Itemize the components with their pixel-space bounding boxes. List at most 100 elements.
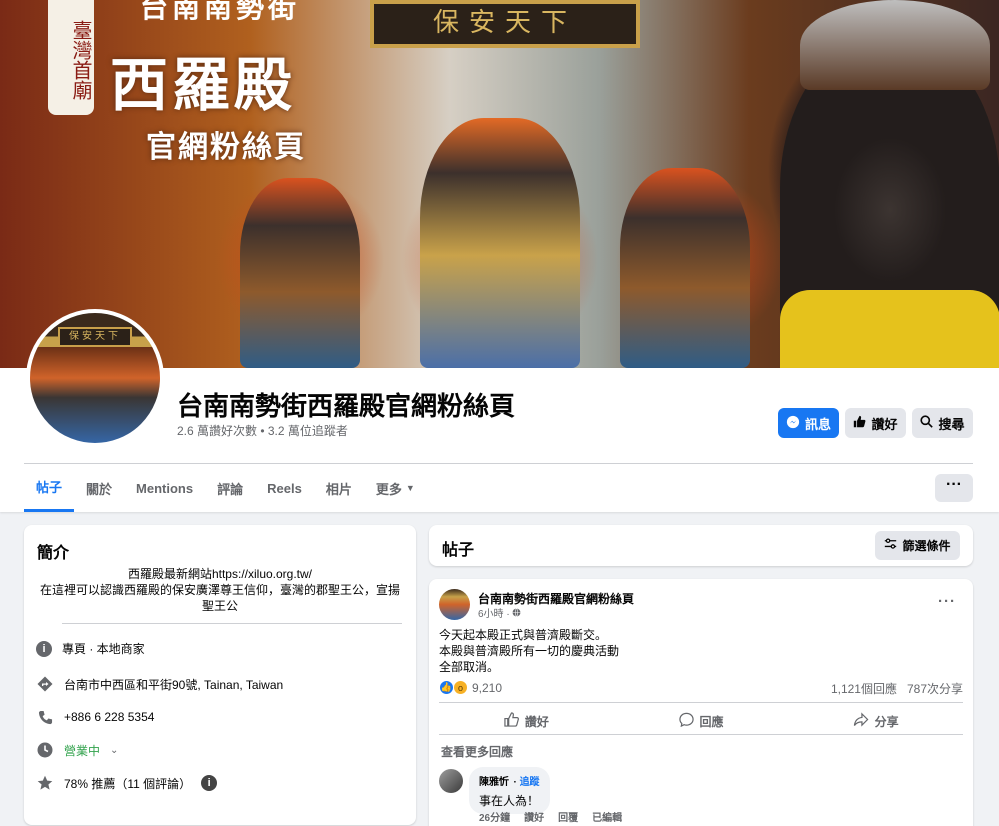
intro-address: 台南市中西區和平街90號, Tainan, Taiwan bbox=[64, 677, 284, 692]
post-text-line-3: 全部取消。 bbox=[439, 660, 500, 674]
thumbs-up-icon bbox=[853, 415, 866, 431]
message-button-label: 訊息 bbox=[804, 416, 831, 432]
search-button-label: 搜尋 bbox=[938, 416, 965, 432]
intro-phone: +886 6 228 5354 bbox=[64, 710, 155, 724]
comment-meta: 26分鐘 讚好 回覆 已編輯 bbox=[479, 809, 622, 824]
cover-subtitle: 官網粉絲頁 bbox=[146, 131, 306, 164]
post-divider-top bbox=[439, 702, 963, 703]
commenter-avatar[interactable] bbox=[439, 769, 463, 793]
tab-about-label: 關於 bbox=[86, 481, 113, 497]
tab-posts[interactable]: 帖子 bbox=[24, 464, 75, 512]
post-text: 今天起本殿正式與普濟殿斷交。 本殿與普濟殿所有一切的慶典活動 全部取消。 bbox=[439, 627, 619, 675]
tab-more-label: 更多 bbox=[375, 481, 402, 497]
share-arrow-icon bbox=[853, 712, 869, 730]
comment-bubble: 陳雅忻 · 追蹤 事在人為！ bbox=[469, 767, 550, 814]
view-more-comments-link[interactable]: 查看更多回應 bbox=[441, 743, 513, 760]
statue-right bbox=[620, 168, 750, 368]
comment-text: 事在人為！ bbox=[479, 794, 540, 808]
search-button[interactable]: 搜尋 bbox=[912, 408, 973, 438]
message-button[interactable]: 訊息 bbox=[778, 408, 839, 438]
caret-down-icon: ▼ bbox=[405, 483, 415, 493]
clock-icon bbox=[36, 741, 54, 759]
posts-title: 帖子 bbox=[442, 542, 475, 559]
cover-top-text: 台南南勢街 bbox=[140, 0, 301, 24]
search-icon bbox=[920, 415, 934, 431]
commenter-name[interactable]: 陳雅忻 bbox=[479, 777, 509, 788]
comment-like-link[interactable]: 讚好 bbox=[524, 809, 544, 824]
intro-title: 簡介 bbox=[37, 545, 70, 562]
comment-edited-label: 已編輯 bbox=[592, 813, 623, 824]
page-stats[interactable]: 2.6 萬讚好次數 • 3.2 萬位追蹤者 bbox=[177, 422, 348, 439]
share-action-button[interactable]: 分享 bbox=[788, 706, 963, 736]
share-action-label: 分享 bbox=[874, 714, 899, 729]
like-page-button[interactable]: 讚好 bbox=[845, 408, 906, 438]
intro-rating: 78% 推薦（11 個評論） bbox=[64, 776, 192, 791]
post-time[interactable]: 6小時 · bbox=[478, 605, 521, 620]
intro-hours-row[interactable]: 營業中 ⌄ bbox=[36, 741, 118, 759]
like-action-label: 讚好 bbox=[524, 714, 549, 729]
follow-link[interactable]: 追蹤 bbox=[520, 777, 540, 788]
comment-action-label: 回應 bbox=[699, 714, 724, 729]
cover-vertical-text: 臺灣首廟 bbox=[48, 0, 94, 115]
comment-bubble-icon bbox=[678, 712, 694, 730]
post-actions: 讚好 回應 分享 bbox=[439, 706, 963, 736]
post-options-icon[interactable]: ··· bbox=[938, 593, 956, 610]
intro-card: 簡介 西羅殿最新網站https://xiluo.org.tw/ 在這裡可以認識西… bbox=[24, 525, 416, 825]
more-options-button[interactable]: ··· bbox=[935, 474, 973, 502]
messenger-icon bbox=[786, 415, 800, 432]
globe-icon bbox=[512, 608, 521, 620]
page-avatar[interactable]: 保安天下 bbox=[26, 309, 164, 447]
tab-reviews-label: 評論 bbox=[217, 481, 244, 497]
post-card: 台南南勢街西羅殿官網粉絲頁 6小時 · ··· 今天起本殿正式與普濟殿斷交。 本… bbox=[429, 579, 973, 826]
post-time-text: 6小時 · bbox=[478, 609, 510, 620]
intro-rating-row[interactable]: 78% 推薦（11 個評論） i bbox=[36, 774, 218, 792]
engagement-counts: 1,121個回應 787次分享 bbox=[831, 680, 963, 697]
like-action-button[interactable]: 讚好 bbox=[439, 706, 614, 736]
post-text-line-1: 今天起本殿正式與普濟殿斷交。 bbox=[439, 628, 608, 642]
filters-button[interactable]: 篩選條件 bbox=[875, 531, 960, 560]
page-tabs: 帖子 關於 Mentions 評論 Reels 相片 更多 ▼ bbox=[24, 464, 427, 512]
cover-plaque: 保安天下 bbox=[370, 0, 640, 48]
tab-about[interactable]: 關於 bbox=[74, 464, 124, 512]
post-divider-bottom bbox=[439, 734, 963, 735]
posts-header-card: 帖子 篩選條件 bbox=[429, 525, 973, 566]
post-text-line-2: 本殿與普濟殿所有一切的慶典活動 bbox=[439, 644, 620, 658]
thumbs-up-outline-icon bbox=[504, 712, 519, 730]
intro-address-row[interactable]: 台南市中西區和平街90號, Tainan, Taiwan bbox=[36, 675, 283, 693]
statue-closeup bbox=[780, 0, 999, 368]
tab-mentions-label: Mentions bbox=[136, 480, 194, 496]
tab-mentions[interactable]: Mentions bbox=[124, 464, 205, 512]
cover-plaque-text: 保安天下 bbox=[432, 8, 577, 38]
bio-line-2: 在這裡可以認識西羅殿的保安廣澤尊王信仰，臺灣的郡聖王公，宣揚 bbox=[39, 583, 400, 597]
comment-action-button[interactable]: 回應 bbox=[614, 706, 789, 736]
tab-reviews[interactable]: 評論 bbox=[205, 464, 255, 512]
comment-reply-link[interactable]: 回覆 bbox=[558, 809, 578, 824]
reaction-count: 9,210 bbox=[472, 680, 503, 695]
bio-line-1[interactable]: 西羅殿最新網站https://xiluo.org.tw/ bbox=[36, 566, 404, 582]
tab-photos-label: 相片 bbox=[325, 481, 352, 497]
bio-line-3: 聖王公 bbox=[201, 599, 238, 613]
comment-count[interactable]: 1,121個回應 bbox=[831, 680, 897, 697]
intro-divider bbox=[62, 623, 402, 624]
info-icon: i bbox=[36, 640, 52, 657]
phone-icon bbox=[36, 708, 54, 726]
sliders-icon bbox=[884, 538, 897, 553]
intro-phone-row[interactable]: +886 6 228 5354 bbox=[36, 708, 154, 726]
tab-more[interactable]: 更多 ▼ bbox=[364, 464, 427, 512]
directions-icon bbox=[36, 675, 54, 693]
share-count[interactable]: 787次分享 bbox=[907, 680, 963, 697]
avatar-plaque: 保安天下 bbox=[58, 327, 132, 347]
chevron-down-icon: ⌄ bbox=[110, 744, 119, 756]
tab-reels[interactable]: Reels bbox=[255, 464, 314, 512]
post-author-avatar[interactable] bbox=[439, 589, 470, 620]
statue-left bbox=[240, 178, 360, 368]
tab-photos[interactable]: 相片 bbox=[314, 464, 364, 512]
cover-photo[interactable]: 台南南勢街 臺灣首廟 保安天下 西羅殿 官網粉絲頁 bbox=[0, 0, 999, 368]
comment-time[interactable]: 26分鐘 bbox=[479, 809, 510, 824]
rating-info-icon[interactable]: i bbox=[201, 775, 218, 791]
filters-button-label: 篩選條件 bbox=[902, 539, 951, 553]
page-title: 台南南勢街西羅殿官網粉絲頁 bbox=[177, 391, 516, 421]
like-page-label: 讚好 bbox=[871, 416, 898, 432]
cover-big-title: 西羅殿 bbox=[110, 51, 297, 119]
reactions-summary[interactable]: 👍 o 9,210 bbox=[439, 680, 502, 695]
